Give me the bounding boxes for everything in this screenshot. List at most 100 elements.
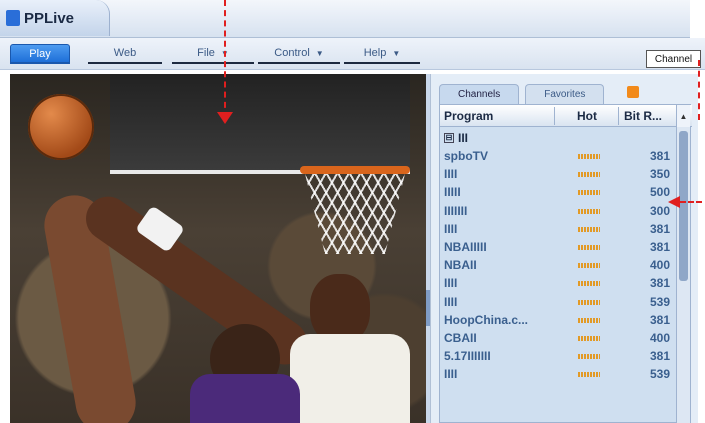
annotation-arrow-icon <box>217 112 233 124</box>
channel-row[interactable]: spboTV 381 <box>440 147 678 165</box>
title-bar: PPLive <box>0 0 690 38</box>
hot-indicator-icon <box>578 263 600 269</box>
channel-bitrate: 400 <box>649 330 670 345</box>
web-menu-label: Web <box>113 47 137 59</box>
video-player[interactable] <box>10 74 426 423</box>
play-menu-label: Play <box>29 47 51 60</box>
web-menu-button[interactable]: Web <box>88 44 162 64</box>
channel-row[interactable]: 5.17IIIIIII 381 <box>440 347 678 365</box>
channel-bitrate: 381 <box>649 239 670 254</box>
hoop-rim <box>300 166 410 174</box>
pplive-logo-icon <box>6 10 20 26</box>
channel-bitrate: 381 <box>649 149 670 163</box>
channel-program-name: NBAII <box>444 258 477 273</box>
scrollbar-thumb[interactable] <box>679 131 688 281</box>
collapse-toggle-icon[interactable]: ⊟ <box>444 133 454 143</box>
channel-row[interactable]: HoopChina.c... 381 <box>440 311 678 329</box>
channel-program-name: 5.17IIIIIII <box>444 349 491 364</box>
hot-indicator-icon <box>578 226 600 232</box>
channel-program-name: NBAIIIII <box>444 239 487 254</box>
hot-indicator-icon <box>578 244 600 250</box>
channel-program-name: IIIII <box>444 185 461 200</box>
chevron-down-icon: ▼ <box>392 48 401 58</box>
channel-program-name: IIII <box>444 167 458 182</box>
chevron-down-icon: ▼ <box>315 48 324 58</box>
menu-bar: Play Web File ▼ Control ▼ Help ▼ <box>0 38 705 70</box>
channel-program-name: IIII <box>444 276 458 291</box>
channel-bitrate: 350 <box>649 167 670 182</box>
channel-row[interactable]: IIIII 500 <box>440 183 678 201</box>
channel-row[interactable]: CBAII 400 <box>440 329 678 347</box>
annotation-line <box>698 60 700 120</box>
group-label: III <box>458 131 469 145</box>
control-menu-label: Control <box>274 47 310 59</box>
channel-bitrate: 381 <box>649 349 670 364</box>
channel-program-name: spboTV <box>444 149 488 163</box>
panel-tabs: Channels Favorites <box>439 84 605 104</box>
channel-bitrate: 381 <box>649 276 670 291</box>
channel-row[interactable]: NBAII 400 <box>440 256 678 274</box>
channel-row[interactable]: IIII 381 <box>440 274 678 292</box>
opponent-jersey <box>190 374 300 423</box>
basketball <box>28 94 94 160</box>
hot-indicator-icon <box>578 190 600 196</box>
file-menu-label: File <box>197 47 215 59</box>
channel-program-name: HoopChina.c... <box>444 312 528 327</box>
channel-row[interactable]: IIII 350 <box>440 165 678 183</box>
help-menu-label: Help <box>363 47 387 59</box>
column-divider[interactable] <box>618 107 619 125</box>
channel-program-name: IIII <box>444 221 458 236</box>
channel-program-name: IIII <box>444 294 458 309</box>
annotation-line <box>224 0 226 118</box>
channel-group[interactable]: ⊟ III <box>444 129 468 147</box>
channel-rows: spboTV 381 IIII 350 IIIII 500 IIIIIII 300 IIII 38… <box>440 147 678 383</box>
control-menu-button[interactable]: Control ▼ <box>258 44 340 64</box>
rss-icon[interactable] <box>627 86 639 98</box>
hot-indicator-icon <box>578 154 600 159</box>
channel-bitrate: 539 <box>649 294 670 309</box>
hot-indicator-icon <box>578 299 600 305</box>
channel-bitrate: 300 <box>649 203 670 218</box>
column-header-hot[interactable]: Hot <box>577 109 597 123</box>
column-header-bitrate[interactable]: Bit R... <box>624 109 662 123</box>
channel-program-name: IIIIIII <box>444 203 468 218</box>
tab-favorites[interactable]: Favorites <box>525 84 605 104</box>
channel-list-header: Program Hot Bit R... <box>440 105 692 127</box>
player-jersey <box>290 334 410 423</box>
file-menu-button[interactable]: File ▼ <box>172 44 254 64</box>
hot-indicator-icon <box>578 354 600 360</box>
channel-row[interactable]: IIII 539 <box>440 293 678 311</box>
app-title: PPLive <box>24 9 75 27</box>
channel-bitrate: 400 <box>649 258 670 273</box>
app-title-tab: PPLive <box>0 0 110 36</box>
tab-channels[interactable]: Channels <box>439 84 520 104</box>
backboard <box>110 74 410 174</box>
help-menu-button[interactable]: Help ▼ <box>344 44 420 64</box>
scroll-up-arrow-icon[interactable]: ▲ <box>676 105 690 127</box>
column-header-program[interactable]: Program <box>444 109 493 123</box>
channel-panel: Channels Favorites Program Hot Bit R... … <box>430 74 698 423</box>
annotation-line <box>680 201 702 203</box>
channel-row[interactable]: IIII 539 <box>440 365 678 383</box>
channel-bitrate: 500 <box>649 185 670 200</box>
hot-indicator-icon <box>578 335 600 341</box>
play-menu-button[interactable]: Play <box>10 44 70 64</box>
channel-bitrate: 381 <box>649 312 670 327</box>
channel-tooltip: Channel <box>646 50 701 68</box>
channel-program-name: IIII <box>444 367 458 382</box>
hot-indicator-icon <box>578 281 600 287</box>
hot-indicator-icon <box>578 317 600 323</box>
channel-row[interactable]: NBAIIIII 381 <box>440 238 678 256</box>
channel-row[interactable]: IIIIIII 300 <box>440 202 678 220</box>
scrollbar[interactable] <box>676 127 690 423</box>
channel-program-name: CBAII <box>444 330 477 345</box>
column-divider[interactable] <box>554 107 555 125</box>
annotation-arrow-icon <box>668 196 680 208</box>
channel-bitrate: 539 <box>649 367 670 382</box>
hot-indicator-icon <box>578 208 600 214</box>
hot-indicator-icon <box>578 172 600 178</box>
hot-indicator-icon <box>578 372 600 378</box>
channel-bitrate: 381 <box>649 221 670 236</box>
channel-row[interactable]: IIII 381 <box>440 220 678 238</box>
channel-list: Program Hot Bit R... ▲ ⊟ III spboTV 381 II… <box>439 104 692 423</box>
